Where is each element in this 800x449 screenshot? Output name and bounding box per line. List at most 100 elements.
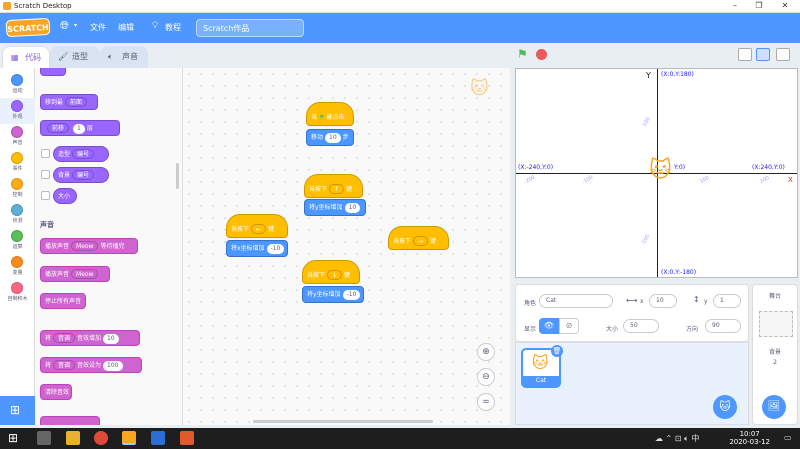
palette-block-stop-all-sounds[interactable]: 停止所有声音 (40, 293, 86, 309)
change-y-down-block[interactable]: 将y坐标增加 -10 (302, 286, 364, 303)
category-motion[interactable]: 运动 (0, 72, 35, 98)
powerpoint-icon[interactable] (180, 431, 194, 445)
windows-start-icon[interactable]: ⊞ (8, 431, 18, 445)
change-x-left-block[interactable]: 将x坐标增加 -10 (226, 240, 288, 257)
category-my-blocks[interactable]: 自制积木 (0, 280, 35, 306)
layer-dropdown[interactable]: 前面 (65, 97, 88, 107)
add-backdrop-button[interactable]: 🖼︎ (762, 395, 786, 419)
menu-edit[interactable]: 编辑 (118, 22, 134, 33)
add-extension-button[interactable]: ⊞ (0, 396, 35, 425)
backdrop-checkbox[interactable] (41, 170, 50, 179)
close-icon[interactable]: ✕ (778, 1, 792, 11)
palette-block-clear-effects[interactable]: 清除音效 (40, 384, 72, 400)
backdrop-dropdown[interactable]: 编号 (72, 170, 95, 180)
palette-block-go-to-layer[interactable]: 移到最 前面 (40, 94, 98, 110)
category-looks[interactable]: 外观 (0, 98, 35, 124)
minimize-icon[interactable]: – (728, 1, 742, 11)
change-y-input[interactable]: 10 (344, 203, 361, 213)
size-checkbox[interactable] (41, 191, 50, 200)
x-input[interactable]: 10 (649, 294, 677, 308)
palette-block-play-until-done[interactable]: 播放声音 Meow 等待播完 (40, 238, 138, 254)
effect-dropdown[interactable]: 音调 (53, 360, 76, 370)
code-workspace[interactable]: 🐱︎ 当 ⚑ 被点击 移动 10 步 当按下 ↑ 键 将y坐标增加 10 当按下 ← 键 将x… (183, 68, 510, 425)
scratch-taskbar-icon[interactable] (122, 431, 136, 445)
palette-reporter-backdrop[interactable]: 背景 编号 (53, 167, 109, 183)
palette-block-start-sound[interactable]: 播放声音 Meow (40, 266, 110, 282)
effect-amount-input[interactable]: 10 (103, 334, 119, 344)
effect-value-input[interactable]: 100 (103, 361, 123, 371)
when-key-left-pressed-block[interactable]: 当按下 ← 键 (226, 214, 288, 238)
when-key-down-pressed-block[interactable]: 当按下 ↓ 键 (302, 260, 360, 284)
menu-file[interactable]: 文件 (90, 22, 106, 33)
layers-input[interactable]: 1 (73, 124, 85, 134)
palette-scrollbar[interactable] (176, 163, 179, 189)
key-dropdown[interactable]: → (413, 236, 429, 246)
small-stage-icon[interactable] (738, 48, 752, 61)
globe-icon[interactable]: 🌐︎ (60, 19, 69, 33)
project-title-input[interactable]: Scratch作品 (196, 19, 304, 37)
size-input[interactable]: 50 (623, 319, 659, 333)
zoom-out-button[interactable]: ⊖ (477, 368, 495, 386)
palette-block-partial[interactable] (40, 416, 100, 425)
file-explorer-icon[interactable] (66, 431, 80, 445)
change-x-input[interactable]: -10 (266, 244, 285, 254)
menu-tutorials[interactable]: 教程 (165, 22, 181, 33)
scratch-logo[interactable]: SCRATCH (5, 17, 51, 38)
change-y-up-block[interactable]: 将y坐标增加 10 (304, 199, 366, 216)
zoom-in-button[interactable]: ⊕ (477, 343, 495, 361)
stage-canvas[interactable]: Y (X:0,Y:180) (X:0,Y:-180) (X:-240,Y:0) … (515, 68, 798, 278)
tab-code[interactable]: ▦ 代码 (2, 46, 50, 68)
sound-dropdown[interactable]: Meow (71, 269, 99, 279)
when-flag-clicked-block[interactable]: 当 ⚑ 被点击 (306, 102, 354, 126)
maximize-icon[interactable]: ❐ (752, 1, 766, 11)
costume-checkbox[interactable] (41, 149, 50, 158)
tab-costumes[interactable]: 🖌︎ 造型 (50, 46, 100, 68)
green-flag-icon[interactable]: ⚑ (517, 47, 528, 61)
palette-block-set-effect[interactable]: 将音调 音效设为 100 (40, 357, 142, 373)
category-operators[interactable]: 运算 (0, 228, 35, 254)
change-y-input[interactable]: -10 (342, 290, 361, 300)
stop-icon[interactable] (536, 49, 547, 60)
zoom-reset-button[interactable]: = (477, 393, 495, 411)
word-icon[interactable] (151, 431, 165, 445)
costume-dropdown[interactable]: 编号 (72, 149, 95, 159)
palette-reporter-size[interactable]: 大小 (53, 188, 77, 204)
fullscreen-icon[interactable] (776, 48, 790, 61)
backdrop-thumbnail[interactable] (759, 311, 793, 337)
category-variables[interactable]: 变量 (0, 254, 35, 280)
category-sound[interactable]: 声音 (0, 124, 35, 150)
y-input[interactable]: 1 (713, 294, 741, 308)
direction-input[interactable]: 90 (705, 319, 741, 333)
chrome-icon[interactable] (94, 431, 108, 445)
palette-block-change-effect[interactable]: 将音调 音效增加 10 (40, 330, 140, 346)
palette-reporter-costume[interactable]: 造型 编号 (53, 146, 109, 162)
category-sensing[interactable]: 侦测 (0, 202, 35, 228)
key-dropdown[interactable]: ↑ (329, 184, 345, 194)
when-key-up-pressed-block[interactable]: 当按下 ↑ 键 (304, 174, 363, 198)
layer-direction-dropdown[interactable]: 前移 (47, 123, 70, 133)
sound-dropdown[interactable]: Meow (71, 241, 99, 251)
tab-sounds[interactable]: 🔈︎ 声音 (100, 46, 148, 68)
add-sprite-button[interactable]: 🐱︎ (713, 395, 737, 419)
show-sprite-eye-icon[interactable]: 👁︎ (539, 318, 559, 334)
notification-icon[interactable]: ▭ (784, 433, 792, 442)
move-steps-block[interactable]: 移动 10 步 (306, 129, 354, 146)
palette-block-go-layers[interactable]: 前移 1 层 (40, 120, 120, 136)
task-view-icon[interactable] (37, 431, 51, 445)
key-dropdown[interactable]: ↓ (327, 270, 343, 280)
palette-block-partial[interactable] (40, 68, 66, 76)
hide-sprite-eye-icon[interactable]: ⊘ (559, 318, 579, 334)
taskbar-clock[interactable]: 10:07 2020-03-12 (729, 430, 770, 446)
system-tray-icons[interactable]: ☁︎ ⌃ ⊡ 🔈︎ 中 (655, 433, 699, 444)
cat-sprite-icon[interactable]: 🐱︎ (649, 158, 672, 183)
sprite-name-input[interactable]: Cat (539, 294, 613, 308)
workspace-scrollbar[interactable] (253, 420, 433, 423)
effect-dropdown[interactable]: 音调 (53, 333, 76, 343)
steps-input[interactable]: 10 (325, 133, 341, 143)
category-events[interactable]: 事件 (0, 150, 35, 176)
key-dropdown[interactable]: ← (251, 224, 267, 234)
when-key-right-pressed-block[interactable]: 当按下 → 键 (388, 226, 449, 250)
delete-sprite-icon[interactable]: 🗑︎ (551, 345, 563, 357)
category-control[interactable]: 控制 (0, 176, 35, 202)
large-stage-icon[interactable] (756, 48, 770, 61)
